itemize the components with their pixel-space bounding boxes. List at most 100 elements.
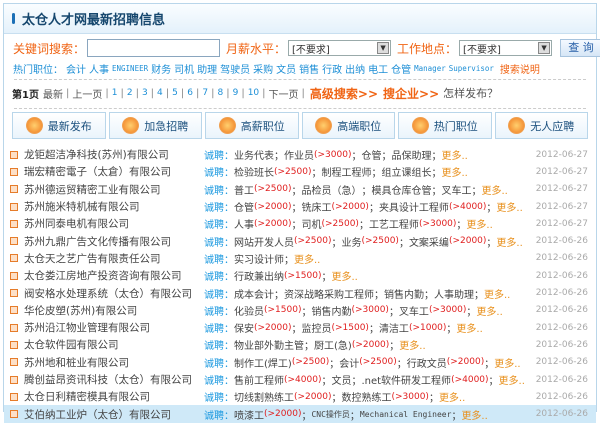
job-link[interactable]: 业务 <box>341 234 361 249</box>
more-link[interactable]: 更多.. <box>494 355 520 370</box>
more-link[interactable]: 更多.. <box>496 234 522 249</box>
page-link[interactable]: 4 <box>157 88 163 98</box>
table-row[interactable]: 太仓日利精密模具有限公司 诚聘： 切线割熟练工 (>2000)；数控熟练工 (>3000… <box>4 388 596 405</box>
table-row[interactable]: 阀安格水处理系统（太仓）有限公司 诚聘： 成本会计 ；资深战略采购工程师；销售内勤；… <box>4 284 596 301</box>
hot-job-link[interactable]: 财务 <box>151 61 171 76</box>
table-row[interactable]: 苏州德运贸精密工业有限公司 诚聘： 普工 (>2500)；品检员（急）；模具仓库仓管；… <box>4 181 596 198</box>
more-link[interactable]: 更多.. <box>331 268 357 283</box>
table-row[interactable]: 苏州地和桩业有限公司 诚聘： 制作工(焊工) (>2500)；会计 (>2500)；行政… <box>4 354 596 371</box>
prev-page-link[interactable]: 上一页 <box>72 86 102 101</box>
more-link[interactable]: 更多.. <box>461 407 487 422</box>
job-link[interactable]: 叉车工 <box>441 182 471 197</box>
job-link[interactable]: .net软件研发工程师 <box>361 372 451 387</box>
job-link[interactable]: 喷漆工 <box>234 407 264 422</box>
more-link[interactable]: 更多.. <box>439 389 465 404</box>
job-link[interactable]: CNC操作员 <box>311 409 349 420</box>
job-link[interactable]: 业务代表 <box>234 147 274 162</box>
company-link[interactable]: 腾创益昂资讯科技（太仓）有限公司 <box>24 372 204 387</box>
more-link[interactable]: 更多.. <box>496 199 522 214</box>
job-link[interactable]: 制程工程师 <box>321 164 371 179</box>
job-link[interactable]: 网站开发人员 <box>234 234 294 249</box>
company-link[interactable]: 苏州同泰电机有限公司 <box>24 216 204 231</box>
table-row[interactable]: 瑞宏精密電子（太倉）有限公司 诚聘： 检验班长 (>2500)；制程工程师；组立课组长… <box>4 163 596 180</box>
company-link[interactable]: 艾伯纳工业炉（太仓）有限公司 <box>24 407 204 422</box>
category-button[interactable]: 高薪职位 <box>205 112 299 139</box>
job-link[interactable]: 化验员 <box>234 303 264 318</box>
job-link[interactable]: 制作工(焊工) <box>234 355 292 370</box>
job-link[interactable]: 普工 <box>234 182 254 197</box>
next-page-link[interactable]: 下一页 <box>269 86 299 101</box>
hot-job-link[interactable]: 销售 <box>299 61 319 76</box>
more-link[interactable]: 更多.. <box>294 251 320 266</box>
job-link[interactable]: 铣床工 <box>301 199 331 214</box>
hot-job-link[interactable]: 电工 <box>368 61 388 76</box>
job-link[interactable]: 人事助理 <box>434 286 474 301</box>
table-row[interactable]: 太仓软件园有限公司 诚聘： 物业部外勤主管；厨工(急) (>2000)；更多.. 201… <box>4 336 596 353</box>
category-button[interactable]: 热门职位 <box>398 112 492 139</box>
page-link[interactable]: 8 <box>217 88 223 98</box>
page-link[interactable]: 10 <box>248 88 259 98</box>
category-button[interactable]: 加急招聘 <box>108 112 202 139</box>
page-link[interactable]: 5 <box>172 88 178 98</box>
company-link[interactable]: 华伦皮塑(苏州)有限公司 <box>24 303 204 318</box>
hot-job-link[interactable]: 会计 <box>66 61 86 76</box>
table-row[interactable]: 苏州九鼎广告文化传播有限公司 诚聘： 网站开发人员 (>2500)；业务 (>2500)… <box>4 232 596 249</box>
company-link[interactable]: 苏州施米特机械有限公司 <box>24 199 204 214</box>
job-link[interactable]: 检验班长 <box>234 164 274 179</box>
company-link[interactable]: 阀安格水处理系统（太仓）有限公司 <box>24 286 204 301</box>
job-link[interactable]: 组立课组长 <box>381 164 431 179</box>
page-link[interactable]: 1 <box>112 88 118 98</box>
hot-job-link[interactable]: 司机 <box>174 61 194 76</box>
page-link[interactable]: 7 <box>202 88 208 98</box>
search-help-link[interactable]: 搜索说明 <box>500 61 540 76</box>
hot-job-link[interactable]: Manager <box>414 64 446 73</box>
more-link[interactable]: 更多.. <box>456 320 482 335</box>
page-link[interactable]: 2 <box>127 88 133 98</box>
job-link[interactable]: 品保助理 <box>391 147 431 162</box>
table-row[interactable]: 华伦皮塑(苏州)有限公司 诚聘： 化验员 (>1500)；销售内勤 (>3000)；叉车… <box>4 302 596 319</box>
job-link[interactable]: 物业部外勤主管 <box>234 337 304 352</box>
category-button[interactable]: 最新发布 <box>12 112 106 139</box>
job-link[interactable]: 模具仓库仓管 <box>371 182 431 197</box>
job-link[interactable]: 叉车工 <box>399 303 429 318</box>
table-row[interactable]: 艾伯纳工业炉（太仓）有限公司 诚聘： 喷漆工 (>2000)； CNC操作员； Mecha… <box>4 405 596 423</box>
table-row[interactable]: 苏州施米特机械有限公司 诚聘： 仓管 (>2000)；铣床工 (>2000)；夹具设计工… <box>4 198 596 215</box>
hot-job-link[interactable]: 行政 <box>322 61 342 76</box>
company-link[interactable]: 苏州德运贸精密工业有限公司 <box>24 182 204 197</box>
job-link[interactable]: 资深战略采购工程师 <box>284 286 374 301</box>
job-link[interactable]: 文案采编 <box>409 234 449 249</box>
hot-job-link[interactable]: 人事 <box>89 61 109 76</box>
hot-job-link[interactable]: 采购 <box>253 61 273 76</box>
more-link[interactable]: 更多.. <box>466 216 492 231</box>
job-link[interactable]: 售前工程师 <box>234 372 284 387</box>
company-link[interactable]: 苏州九鼎广告文化传播有限公司 <box>24 234 204 249</box>
table-row[interactable]: 腾创益昂资讯科技（太仓）有限公司 诚聘： 售前工程师 (>4000)；文员； .net软… <box>4 371 596 388</box>
more-link[interactable]: 更多.. <box>499 372 525 387</box>
job-link[interactable]: 销售内勤 <box>311 303 351 318</box>
company-search-link[interactable]: 搜企业>> <box>383 85 439 102</box>
job-link[interactable]: 人事 <box>234 216 254 231</box>
salary-select[interactable]: [不要求] ▼ <box>288 40 392 56</box>
job-link[interactable]: 司机 <box>301 216 321 231</box>
job-link[interactable]: 仓管 <box>361 147 381 162</box>
more-link[interactable]: 更多.. <box>441 164 467 179</box>
job-link[interactable]: 行政兼出纳 <box>234 268 284 283</box>
company-link[interactable]: 苏州沿江物业管理有限公司 <box>24 320 204 335</box>
page-link[interactable]: 6 <box>187 88 193 98</box>
keyword-input[interactable] <box>87 39 221 57</box>
location-select[interactable]: [不要求] ▼ <box>459 40 553 56</box>
company-link[interactable]: 太仓娄江房地产投资咨询有限公司 <box>24 268 204 283</box>
search-button[interactable]: 查 询 <box>560 39 600 57</box>
more-link[interactable]: 更多.. <box>399 337 425 352</box>
job-link[interactable]: 清洁工 <box>379 320 409 335</box>
job-link[interactable]: 工艺工程师 <box>369 216 419 231</box>
job-link[interactable]: 实习设计师 <box>234 251 284 266</box>
more-link[interactable]: 更多.. <box>441 147 467 162</box>
how-to-post-link[interactable]: 怎样发布？ <box>443 85 498 101</box>
company-link[interactable]: 太仓软件园有限公司 <box>24 337 204 352</box>
more-link[interactable]: 更多.. <box>481 182 507 197</box>
job-link[interactable]: 切线割熟练工 <box>234 389 294 404</box>
job-link[interactable]: 夹具设计工程师 <box>379 199 449 214</box>
hot-job-link[interactable]: 出纳 <box>345 61 365 76</box>
company-link[interactable]: 太仓天之艺广告有限责任公司 <box>24 251 204 266</box>
